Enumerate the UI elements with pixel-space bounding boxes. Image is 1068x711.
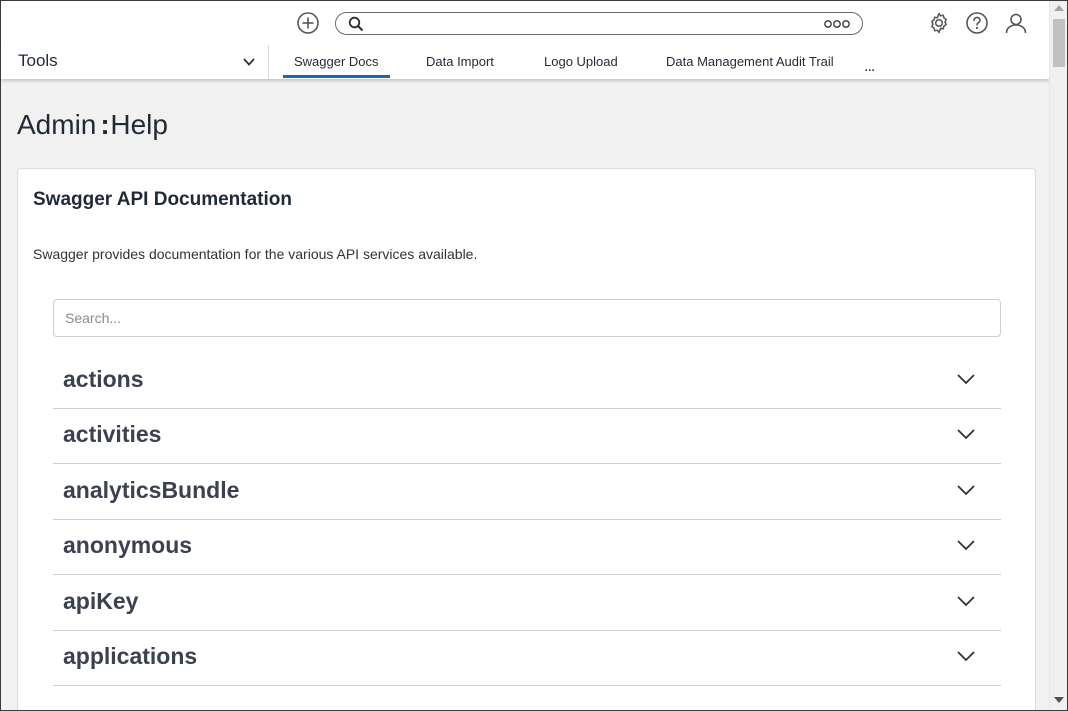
- scrollbar-thumb[interactable]: [1053, 19, 1065, 67]
- tab-swagger-docs[interactable]: Swagger Docs: [294, 54, 379, 69]
- api-group-name: applications: [63, 643, 198, 669]
- chevron-down-icon[interactable]: [956, 484, 976, 496]
- chevron-down-icon: [243, 58, 255, 66]
- help-icon[interactable]: [965, 11, 989, 35]
- top-bar: [1, 1, 1049, 46]
- gear-icon[interactable]: [927, 11, 951, 35]
- api-group-name: apiKey: [63, 588, 139, 614]
- api-group-row[interactable]: applications: [53, 631, 1001, 686]
- scroll-up-arrow[interactable]: [1054, 5, 1064, 11]
- api-group-row[interactable]: activities: [53, 409, 1001, 464]
- api-group-name: activities: [63, 421, 162, 447]
- api-group-name: anonymous: [63, 532, 193, 558]
- api-search-input[interactable]: [53, 299, 1001, 337]
- chevron-down-icon[interactable]: [956, 539, 976, 551]
- scroll-down-arrow[interactable]: [1054, 697, 1064, 703]
- tab-data-import[interactable]: Data Import: [426, 54, 494, 69]
- section-dropdown-label: Tools: [18, 51, 58, 70]
- chevron-down-icon[interactable]: [956, 650, 976, 662]
- tab-logo-upload[interactable]: Logo Upload: [544, 54, 618, 69]
- api-group-row[interactable]: anonymous: [53, 520, 1001, 575]
- api-group-name: analyticsBundle: [63, 477, 240, 503]
- tab-data-management-audit-trail[interactable]: Data Management Audit Trail: [666, 54, 834, 69]
- card-title: Swagger API Documentation: [33, 189, 292, 210]
- api-group-row[interactable]: apiKey: [53, 576, 1001, 631]
- active-tab-indicator: [283, 75, 390, 78]
- nav-row: Tools Swagger Docs Data Import Logo Uplo…: [1, 45, 1049, 79]
- api-group-row[interactable]: actions: [53, 354, 1001, 409]
- section-dropdown[interactable]: Tools: [1, 45, 269, 79]
- app-window: Tools Swagger Docs Data Import Logo Uplo…: [0, 0, 1068, 711]
- chevron-down-icon[interactable]: [956, 428, 976, 440]
- chevron-down-icon[interactable]: [956, 373, 976, 385]
- user-icon[interactable]: [1004, 11, 1028, 35]
- more-dots-icon[interactable]: [824, 19, 850, 29]
- api-group-row[interactable]: analyticsBundle: [53, 465, 1001, 520]
- global-search-bar[interactable]: [335, 12, 863, 35]
- page-title: Admin:Help: [17, 109, 168, 141]
- add-circle-icon[interactable]: [296, 11, 320, 35]
- chevron-down-icon[interactable]: [956, 595, 976, 607]
- more-tabs-button[interactable]: ...: [864, 59, 875, 75]
- page-title-section: Admin: [17, 109, 97, 140]
- api-group-name: actions: [63, 366, 144, 392]
- swagger-card: Swagger API Documentation Swagger provid…: [17, 168, 1036, 710]
- page-title-page: Help: [110, 109, 168, 140]
- page-title-separator: :: [100, 109, 110, 140]
- card-description: Swagger provides documentation for the v…: [33, 246, 478, 262]
- search-icon: [348, 16, 364, 32]
- vertical-scrollbar[interactable]: [1049, 1, 1067, 710]
